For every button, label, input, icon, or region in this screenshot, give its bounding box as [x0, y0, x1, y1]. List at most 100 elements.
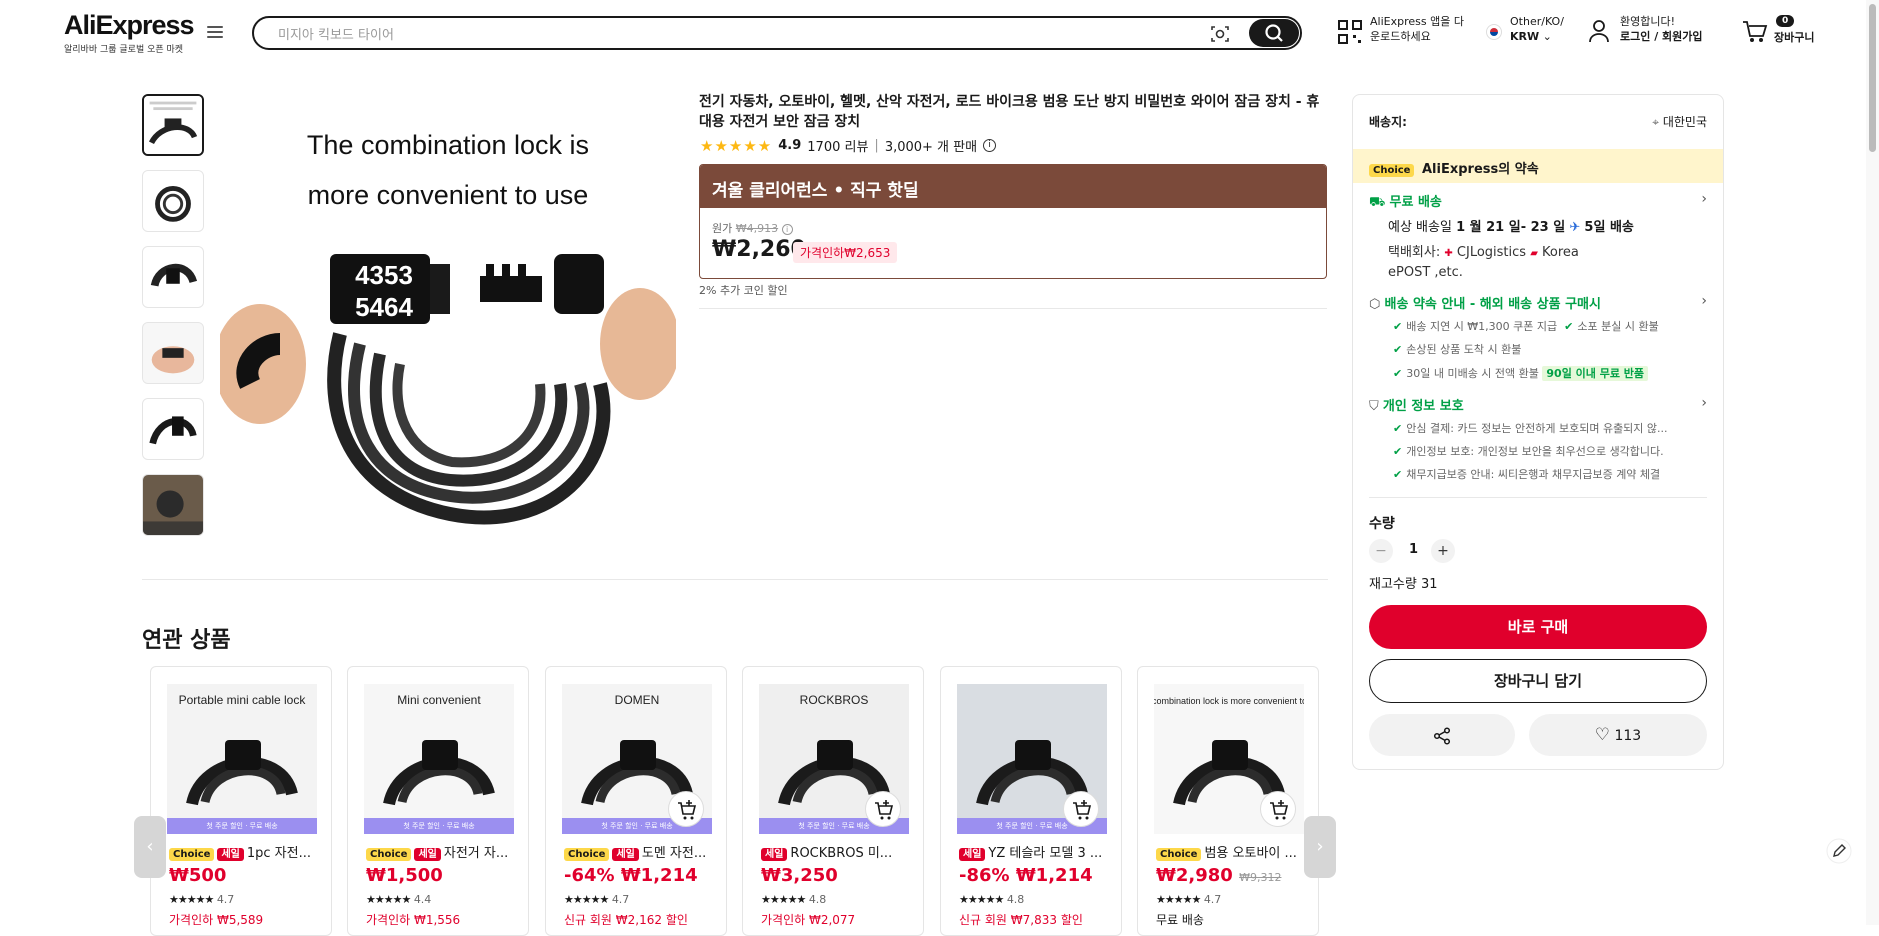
discount-badge: 가격인하₩2,653	[793, 242, 898, 263]
current-price: ₩2,260	[712, 237, 806, 262]
add-to-cart-icon[interactable]	[865, 791, 901, 827]
promise-title: AliExpress의 약속	[1422, 162, 1539, 177]
info-icon[interactable]: i	[983, 139, 997, 152]
add-to-cart-button[interactable]: 장바구니 담기	[1369, 659, 1707, 703]
edit-pencil-icon[interactable]	[1826, 838, 1852, 864]
privacy-shield-icon: ⛉	[1369, 399, 1379, 414]
check-icon: ✔	[1564, 320, 1574, 333]
promo-strip: 첫 주문 할인 · 무료 배송	[167, 818, 317, 834]
privacy-row[interactable]: ⛉ 개인 정보 보호	[1369, 395, 1464, 414]
dial-code-bottom: 5464	[355, 292, 413, 322]
product-price-value: -64% ₩1,214	[564, 865, 698, 886]
app-download[interactable]: AliExpress 앱을 다 운로드하세요	[1338, 14, 1464, 44]
quantity-value[interactable]: 1	[1409, 542, 1418, 557]
related-product-card[interactable]: ROCKBROS 첫 주문 할인 · 무료 배송 세일 ROCKBROS 미...…	[742, 666, 924, 936]
hamburger-menu-icon[interactable]	[207, 26, 223, 40]
related-product-card[interactable]: The combination lock is more convenient …	[1137, 666, 1319, 936]
product-extra: 가격인하 ₩1,556	[366, 913, 461, 927]
quantity-decrease-button[interactable]: −	[1369, 539, 1393, 563]
product-name-text: 범용 오토바이 ...	[1204, 846, 1297, 861]
main-product-image[interactable]: The combination lock is more convenient …	[220, 94, 676, 548]
choice-badge: Choice	[1369, 164, 1415, 177]
search-bar[interactable]: 미지아 킥보드 타이어	[252, 16, 1302, 50]
chevron-right-icon[interactable]: ›	[1701, 395, 1707, 411]
chevron-right-icon[interactable]: ›	[1701, 293, 1707, 309]
related-product-card[interactable]: Portable mini cable lock 첫 주문 할인 · 무료 배송…	[150, 666, 332, 936]
buy-now-button[interactable]: 바로 구매	[1369, 605, 1707, 649]
search-button[interactable]	[1249, 19, 1299, 47]
product-rating: ★★★★★ 4.7	[169, 893, 234, 906]
search-input[interactable]: 미지아 킥보드 타이어	[278, 24, 394, 43]
locale-line1: Other/KO/	[1510, 15, 1564, 28]
image-search-icon[interactable]	[1210, 24, 1230, 44]
product-image-text: ROCKBROS	[800, 693, 869, 707]
thumbnail-6[interactable]	[142, 474, 204, 536]
scrollbar-thumb[interactable]	[1869, 4, 1876, 152]
product-rating-value: 4.8	[808, 893, 827, 906]
locale-selector[interactable]: Other/KO/ KRW ⌄	[1486, 14, 1564, 44]
login-link[interactable]: 로그인 / 회원가입	[1620, 30, 1703, 43]
stock-count: 재고수량 31	[1369, 577, 1438, 592]
promise-item: ✔ 손상된 상품 도착 시 환불	[1393, 341, 1521, 357]
promise-lost: 소포 분실 시 환불	[1577, 320, 1659, 333]
product-tag: Choice	[169, 848, 215, 861]
product-tag: Choice	[366, 848, 412, 861]
product-price: ₩1,500	[366, 865, 443, 886]
star-rating-icon: ★★★★★	[564, 893, 609, 906]
share-button[interactable]	[1369, 714, 1515, 756]
page-scrollbar[interactable]	[1866, 0, 1879, 925]
app-download-line1: AliExpress 앱을 다	[1370, 15, 1464, 28]
thumbnail-3[interactable]	[142, 246, 204, 308]
product-image[interactable]: Mini convenient	[364, 684, 514, 834]
check-icon: ✔	[1393, 367, 1403, 380]
quantity-increase-button[interactable]: +	[1431, 539, 1455, 563]
thumbnail-4[interactable]	[142, 322, 204, 384]
delivery-promise-title: 배송 약속 안내 - 해외 배송 상품 구매시	[1384, 297, 1601, 312]
brand-name: AliExpress	[64, 10, 195, 40]
related-product-card[interactable]: Mini convenient 첫 주문 할인 · 무료 배송 Choice 세일…	[347, 666, 529, 936]
add-to-cart-icon[interactable]	[1063, 791, 1099, 827]
star-rating-icon: ★★★★★	[169, 893, 214, 906]
check-icon: ✔	[1393, 320, 1403, 333]
carousel-next-button[interactable]: ›	[1304, 816, 1336, 878]
dial-code-top: 4353	[355, 260, 413, 290]
carousel-prev-button[interactable]: ‹	[134, 816, 166, 878]
secure-payment: 안심 결제: 카드 정보는 안전하게 보호되며 유출되지 않...	[1406, 422, 1668, 435]
wishlist-button[interactable]: ♡ 113	[1529, 714, 1707, 756]
privacy-title: 개인 정보 보호	[1382, 399, 1464, 414]
info-icon[interactable]: i	[781, 224, 793, 235]
product-rating: ★★★★★ 4.8	[761, 893, 826, 906]
product-name: Choice 범용 오토바이 ...	[1156, 842, 1306, 861]
related-product-card[interactable]: DOMEN 첫 주문 할인 · 무료 배송 Choice 세일 도멘 자전... -…	[545, 666, 727, 936]
delivery-promise-row[interactable]: ⬡ 배송 약속 안내 - 해외 배송 상품 구매시	[1369, 293, 1601, 312]
product-price: ₩2,980 ₩9,312	[1156, 865, 1281, 886]
product-name-text: 도멘 자전...	[641, 846, 707, 861]
account-menu[interactable]: 환영합니다! 로그인 / 회원가입	[1588, 14, 1703, 44]
thumbnail-2[interactable]	[142, 170, 204, 232]
product-old-price: ₩9,312	[1239, 871, 1282, 884]
product-price: ₩3,250	[761, 865, 838, 886]
aliexpress-logo[interactable]: AliExpress 알리바바 그룹 글로벌 오픈 마켓	[64, 10, 195, 55]
thumbnail-1[interactable]	[142, 94, 204, 156]
cj-logo-icon: ✚	[1444, 248, 1453, 259]
top-header: AliExpress 알리바바 그룹 글로벌 오픈 마켓 미지아 킥보드 타이어…	[0, 0, 1879, 64]
check-icon: ✔	[1393, 343, 1403, 356]
check-icon: ✔	[1393, 422, 1403, 435]
thumbnail-5[interactable]	[142, 398, 204, 460]
star-rating-icon: ★★★★★	[366, 893, 411, 906]
product-rating: ★★★★★ 4.4	[366, 893, 431, 906]
product-price-value: ₩1,500	[366, 865, 443, 886]
product-image[interactable]: Portable mini cable lock	[167, 684, 317, 834]
review-count[interactable]: 1700 리뷰	[807, 136, 868, 155]
divider	[1369, 497, 1707, 498]
original-price: 원가 ₩4,913 i	[712, 220, 793, 236]
add-to-cart-icon[interactable]	[1260, 791, 1296, 827]
original-price-value: ₩4,913	[735, 222, 779, 235]
cart-count-badge: 0	[1776, 15, 1795, 27]
welcome-text: 환영합니다!	[1620, 15, 1676, 28]
chevron-right-icon[interactable]: ›	[1701, 191, 1707, 207]
add-to-cart-icon[interactable]	[668, 791, 704, 827]
related-product-card[interactable]: 첫 주문 할인 · 무료 배송 세일 YZ 테슬라 모델 3 ... -86% ₩…	[940, 666, 1122, 936]
ship-to-country[interactable]: ⌖ 대한민국	[1652, 113, 1707, 130]
free-shipping-row[interactable]: ⛟ 무료 배송	[1369, 191, 1442, 212]
